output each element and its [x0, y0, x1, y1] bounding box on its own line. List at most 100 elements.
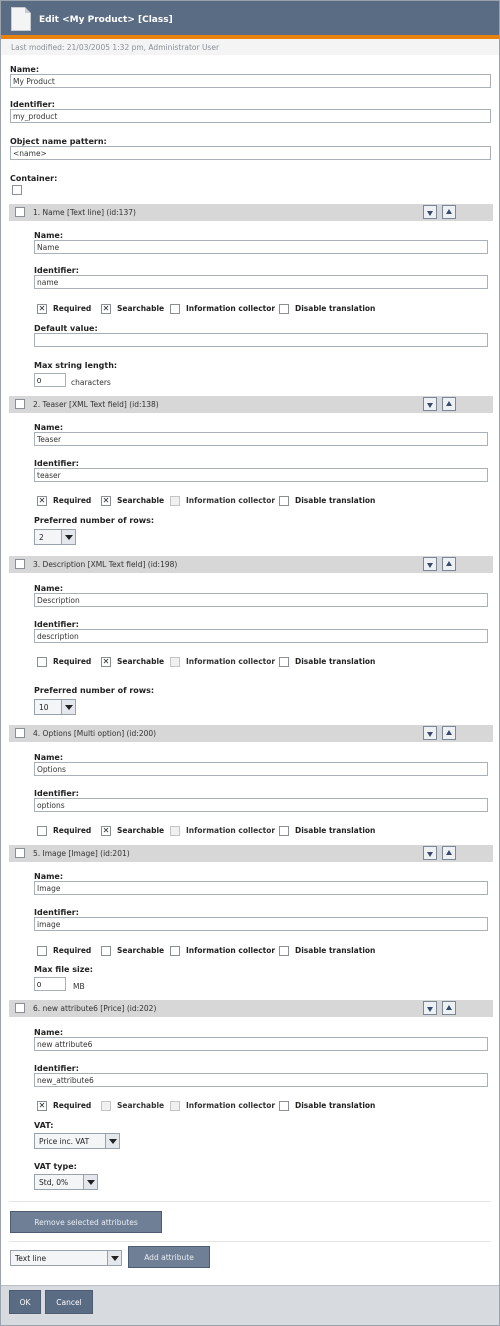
required-checkbox[interactable]: ✕ [37, 496, 47, 506]
disable-translation-flag[interactable]: Disable translation [279, 496, 375, 506]
attribute-header: 5. Image [Image] (id:201) [9, 845, 493, 862]
container-checkbox[interactable] [12, 185, 22, 195]
max-file-size-input[interactable] [34, 977, 66, 991]
disable-translation-checkbox[interactable] [279, 304, 289, 314]
footer-bar: OK Cancel [1, 1285, 499, 1325]
attribute-select-checkbox[interactable] [15, 559, 25, 569]
remove-selected-attributes-button[interactable]: Remove selected attributes [10, 1211, 162, 1233]
chevron-down-icon[interactable] [61, 530, 75, 544]
attribute-select-checkbox[interactable] [15, 207, 25, 217]
max-file-size-label: Max file size: [34, 965, 93, 974]
class-identifier-input[interactable] [10, 109, 491, 123]
move-up-icon[interactable] [442, 397, 456, 411]
attribute-6: 6. new attribute6 [Price] (id:202) [9, 1000, 493, 1017]
datatype-select[interactable]: Text line [10, 1250, 122, 1266]
disable-translation-checkbox[interactable] [279, 657, 289, 667]
preferred-rows-select[interactable]: 2 [34, 529, 76, 545]
attribute-name-input[interactable] [34, 1037, 488, 1051]
searchable-flag[interactable]: ✕ Searchable [101, 304, 164, 314]
chevron-down-icon[interactable] [105, 1134, 119, 1148]
attribute-select-checkbox[interactable] [15, 848, 25, 858]
attribute-identifier-label: Identifier: [34, 266, 79, 275]
info-collector-checkbox[interactable] [170, 304, 180, 314]
move-down-icon[interactable] [423, 846, 437, 860]
required-checkbox[interactable] [37, 826, 47, 836]
searchable-flag[interactable]: ✕ Searchable [101, 826, 164, 836]
ok-button[interactable]: OK [9, 1290, 41, 1314]
preferred-rows-select[interactable]: 10 [34, 699, 76, 715]
move-up-icon[interactable] [442, 726, 456, 740]
divider [9, 1201, 491, 1202]
disable-translation-label: Disable translation [295, 304, 376, 313]
info-collector-flag[interactable]: Information collector [170, 946, 275, 956]
disable-translation-checkbox[interactable] [279, 1101, 289, 1111]
move-up-icon[interactable] [442, 846, 456, 860]
required-label: Required [53, 1101, 92, 1110]
attribute-name-input[interactable] [34, 593, 488, 607]
required-checkbox[interactable] [37, 946, 47, 956]
searchable-checkbox[interactable]: ✕ [101, 826, 111, 836]
required-checkbox[interactable]: ✕ [37, 304, 47, 314]
disable-translation-checkbox[interactable] [279, 496, 289, 506]
searchable-checkbox[interactable]: ✕ [101, 304, 111, 314]
attribute-identifier-input[interactable] [34, 275, 488, 289]
attribute-name-input[interactable] [34, 432, 488, 446]
object-name-pattern-input[interactable] [10, 146, 491, 160]
searchable-checkbox[interactable]: ✕ [101, 657, 111, 667]
attribute-identifier-label: Identifier: [34, 620, 79, 629]
chevron-down-icon[interactable] [61, 700, 75, 714]
add-attribute-button[interactable]: Add attribute [128, 1246, 210, 1268]
required-flag[interactable]: ✕ Required [37, 304, 91, 314]
default-value-input[interactable] [34, 333, 488, 347]
required-checkbox[interactable] [37, 657, 47, 667]
move-up-icon[interactable] [442, 1001, 456, 1015]
cancel-button[interactable]: Cancel [45, 1290, 93, 1314]
move-down-icon[interactable] [423, 726, 437, 740]
disable-translation-flag[interactable]: Disable translation [279, 657, 375, 667]
required-checkbox[interactable]: ✕ [37, 1101, 47, 1111]
vat-select[interactable]: Price inc. VAT [34, 1133, 120, 1149]
attribute-identifier-input[interactable] [34, 917, 488, 931]
move-up-icon[interactable] [442, 205, 456, 219]
searchable-flag[interactable]: ✕ Searchable [101, 496, 164, 506]
move-down-icon[interactable] [423, 557, 437, 571]
attribute-name-input[interactable] [34, 881, 488, 895]
move-down-icon[interactable] [423, 397, 437, 411]
required-flag[interactable]: ✕ Required [37, 1101, 91, 1111]
vat-type-select[interactable]: Std, 0% [34, 1174, 98, 1190]
move-up-icon[interactable] [442, 557, 456, 571]
attribute-identifier-input[interactable] [34, 798, 488, 812]
attribute-header: 3. Description [XML Text field] (id:198) [9, 556, 493, 573]
required-flag[interactable]: Required [37, 657, 91, 667]
attribute-select-checkbox[interactable] [15, 728, 25, 738]
chevron-down-icon[interactable] [107, 1251, 121, 1265]
required-flag[interactable]: Required [37, 826, 91, 836]
searchable-flag[interactable]: ✕ Searchable [101, 657, 164, 667]
disable-translation-checkbox[interactable] [279, 946, 289, 956]
move-down-icon[interactable] [423, 205, 437, 219]
attribute-identifier-input[interactable] [34, 468, 488, 482]
attribute-select-checkbox[interactable] [15, 399, 25, 409]
attribute-select-checkbox[interactable] [15, 1003, 25, 1013]
disable-translation-flag[interactable]: Disable translation [279, 946, 375, 956]
required-flag[interactable]: Required [37, 946, 91, 956]
disable-translation-flag[interactable]: Disable translation [279, 1101, 375, 1111]
info-collector-flag[interactable]: Information collector [170, 304, 275, 314]
searchable-flag[interactable]: Searchable [101, 946, 164, 956]
attribute-name-input[interactable] [34, 762, 488, 776]
attribute-name-input[interactable] [34, 240, 488, 254]
chevron-down-icon[interactable] [83, 1175, 97, 1189]
disable-translation-flag[interactable]: Disable translation [279, 304, 375, 314]
disable-translation-checkbox[interactable] [279, 826, 289, 836]
disable-translation-label: Disable translation [295, 657, 376, 666]
searchable-checkbox[interactable]: ✕ [101, 496, 111, 506]
max-string-length-input[interactable] [34, 373, 66, 387]
move-down-icon[interactable] [423, 1001, 437, 1015]
required-flag[interactable]: ✕ Required [37, 496, 91, 506]
attribute-identifier-input[interactable] [34, 629, 488, 643]
class-name-input[interactable] [10, 74, 491, 88]
disable-translation-flag[interactable]: Disable translation [279, 826, 375, 836]
attribute-identifier-input[interactable] [34, 1073, 488, 1087]
searchable-checkbox[interactable] [101, 946, 111, 956]
info-collector-checkbox[interactable] [170, 946, 180, 956]
